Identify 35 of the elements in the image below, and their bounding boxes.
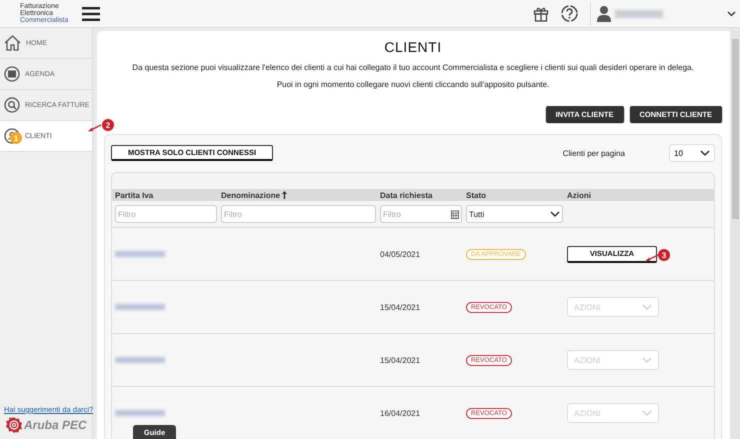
blurred-vat-number (115, 357, 165, 363)
home-icon (4, 35, 21, 51)
blurred-vat-number (115, 304, 165, 310)
help-icon[interactable] (561, 5, 578, 22)
blurred-vat-number (115, 410, 165, 416)
chevron-down-icon (550, 211, 560, 217)
table-cell-text: 15/04/2021 (380, 356, 422, 364)
per-page-label: Clienti per pagina (562, 148, 625, 158)
chevron-down-icon (700, 150, 710, 156)
column-header[interactable]: Azioni (567, 190, 711, 200)
page-title: CLIENTI (383, 39, 443, 55)
table-cell-text: 04/05/2021 (380, 250, 422, 258)
chevron-down-icon (642, 410, 652, 416)
description-text: Da questa sezione puoi visualizzare l'elenco dei clienti a cui hai collegato il tuo account Commercialista e scegliere i clienti sui quali desideri operare in delega. (131, 63, 695, 72)
blurred-vat-number (115, 251, 165, 257)
per-page-dropdown[interactable]: 10 (669, 144, 715, 162)
table-cell-text: 16/04/2021 (380, 408, 422, 418)
status-dropdown[interactable]: Tutti (466, 205, 563, 223)
chevron-down-icon (642, 304, 652, 310)
column-header[interactable]: Data richiesta (380, 190, 462, 200)
chevron-down-icon[interactable] (727, 10, 736, 16)
user-avatar-icon[interactable] (597, 5, 611, 22)
search-icon (4, 97, 20, 113)
column-header[interactable]: Stato (466, 190, 563, 200)
menu-icon[interactable] (82, 6, 100, 20)
chevron-down-icon (642, 357, 652, 363)
brand-name: Aruba PEC (24, 418, 87, 432)
scrollbar[interactable] (730, 31, 740, 439)
table-cell-text: 15/04/2021 (380, 302, 422, 312)
arrow-icon (645, 253, 659, 263)
arrow-icon (88, 123, 102, 133)
description-text: Puoi in ogni momento collegare nuovi clienti cliccando sull'apposito pulsante. (276, 80, 550, 89)
gift-icon[interactable] (533, 6, 549, 22)
column-header[interactable]: Partita Iva (115, 190, 217, 200)
column-header[interactable]: Denominazione (221, 190, 376, 200)
